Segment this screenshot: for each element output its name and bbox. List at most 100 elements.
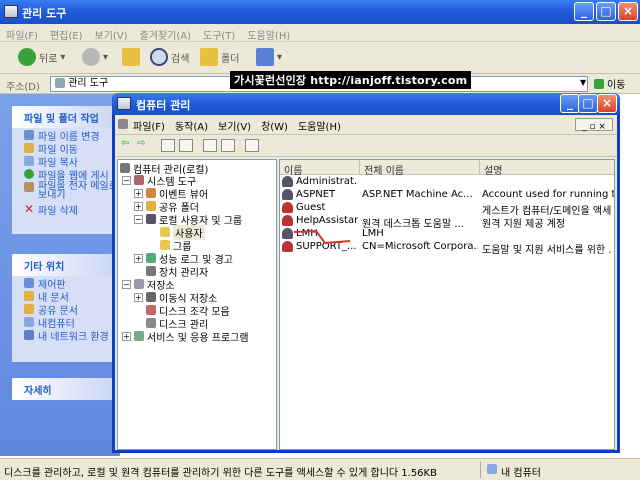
expand-toggle[interactable]: + [134, 253, 143, 263]
menu-edit[interactable]: 편집(E) [44, 24, 89, 42]
mdi-controls[interactable]: _ ▫ × [575, 118, 613, 132]
maximize-button[interactable]: □ [596, 2, 616, 21]
inner-menu-view[interactable]: 보기(V) [213, 115, 256, 133]
expand-toggle[interactable]: + [134, 188, 143, 198]
tree-node-event-viewer[interactable]: + 이벤트 뷰어 [134, 187, 208, 201]
search-button[interactable]: 검색 [150, 48, 189, 66]
tree-node-disk-management[interactable]: 디스크 관리 [146, 317, 208, 331]
web-globe-icon [24, 169, 34, 179]
search-label: 검색 [171, 53, 190, 65]
menu-view[interactable]: 보기(V) [89, 24, 134, 42]
forward-button[interactable]: ▾ [82, 48, 108, 66]
task-email[interactable]: 파일을 전자 메일로 보내기 [12, 180, 120, 202]
tree-node-storage[interactable]: − 저장소 [122, 278, 175, 292]
address-dropdown-icon[interactable]: ▼ [580, 78, 586, 87]
up-level-icon[interactable] [161, 139, 175, 152]
folders-button[interactable]: 폴더 [200, 48, 239, 66]
defrag-icon [146, 305, 156, 315]
file-tasks-header[interactable]: 파일 및 폴더 작업 [12, 106, 120, 128]
minimize-button[interactable]: _ [574, 2, 594, 21]
menu-file[interactable]: 파일(F) [0, 24, 44, 42]
task-pane: 파일 및 폴더 작업 파일 이름 변경 파일 이동 파일 복사 파일을 웹에 게… [0, 94, 120, 456]
tree-node-device-manager[interactable]: 장치 관리자 [146, 265, 208, 279]
column-header-description[interactable]: 설명 [480, 160, 614, 177]
inner-title-bar[interactable]: 컴퓨터 관리 _ □ × [112, 93, 620, 115]
list-row[interactable]: ASPNET ASP.NET Machine Ac... Account used … [280, 189, 614, 202]
place-control-panel[interactable]: 제어판 [12, 276, 120, 289]
shared-folder-icon [146, 201, 156, 211]
folders-label: 폴더 [221, 53, 240, 65]
forward-arrow-icon[interactable]: ⇨ [137, 138, 145, 149]
task-publish[interactable]: 파일을 웹에 게시 [12, 167, 120, 180]
help-icon[interactable] [245, 139, 259, 152]
go-button[interactable]: 이동 [594, 76, 625, 91]
tree-node-shared-folders[interactable]: + 공유 폴더 [134, 200, 199, 214]
folder-window-icon [4, 5, 18, 18]
details-header[interactable]: 자세히 [12, 378, 120, 400]
refresh-icon[interactable] [203, 139, 217, 152]
place-shared-documents[interactable]: 공유 문서 [12, 302, 120, 315]
watermark: 가시꽃런선인장 http://ianjoff.tistory.com [230, 71, 472, 89]
tree-node-groups[interactable]: 그룹 [160, 239, 191, 253]
place-my-documents[interactable]: 내 문서 [12, 289, 120, 302]
inner-menu-bar: 파일(F) 동작(A) 보기(V) 창(W) 도움말(H) _ ▫ × [115, 115, 617, 135]
back-button[interactable]: 뒤로 ▾ [18, 48, 65, 66]
views-button[interactable]: ▾ [256, 48, 282, 66]
back-arrow-icon[interactable]: ⇦ [121, 138, 129, 149]
copy-icon [24, 156, 34, 166]
back-label: 뒤로 [39, 53, 58, 65]
disk-icon [146, 318, 156, 328]
column-header-name[interactable]: 이름 [280, 160, 360, 177]
inner-menu-action[interactable]: 동작(A) [170, 115, 213, 133]
place-network[interactable]: 내 네트워크 환경 [12, 328, 120, 341]
expand-toggle[interactable]: + [122, 331, 131, 341]
tree-node-perf-logs[interactable]: + 성능 로그 및 경고 [134, 252, 233, 266]
tree-node-local-users[interactable]: − 로컬 사용자 및 그룹 [134, 213, 242, 227]
inner-menu-help[interactable]: 도움말(H) [293, 115, 346, 133]
list-row[interactable]: Administrat... [280, 176, 614, 189]
place-my-computer[interactable]: 내컴퓨터 [12, 315, 120, 328]
console-tree: 컴퓨터 관리(로컬) − 시스템 도구 + 이벤트 뷰어 + 공유 폴더 − 로컬 사용… [117, 159, 277, 450]
show-tree-icon[interactable] [179, 139, 193, 152]
tree-node-removable-storage[interactable]: + 이동식 저장소 [134, 291, 217, 305]
collapse-toggle[interactable]: − [122, 279, 131, 289]
inner-menu-window[interactable]: 창(W) [256, 115, 293, 133]
inner-close-button[interactable]: × [597, 94, 617, 113]
column-header-fullname[interactable]: 전체 이름 [360, 160, 480, 177]
inner-menu-file[interactable]: 파일(F) [128, 115, 170, 133]
other-places-header[interactable]: 기타 위치 [12, 254, 120, 276]
task-move[interactable]: 파일 이동 [12, 141, 120, 154]
services-icon [134, 331, 144, 341]
status-text: 디스크를 관리하고, 로컬 및 원격 컴퓨터를 관리하기 위한 다른 도구를 액… [4, 468, 437, 479]
users-list: 이름 전체 이름 설명 Administrat... ASPNET ASP.NET… [279, 159, 615, 450]
outer-toolbar: 뒤로 ▾ ▾ 검색 폴더 ▾ [0, 42, 640, 74]
expand-toggle[interactable]: + [134, 201, 143, 211]
export-list-icon[interactable] [221, 139, 235, 152]
up-button[interactable] [122, 48, 140, 66]
list-row[interactable]: Guest 게스트가 컴퓨터/도메인을 액세 [280, 202, 614, 217]
device-manager-icon [146, 266, 156, 276]
tree-node-defrag[interactable]: 디스크 조각 모음 [146, 304, 230, 318]
tree-node-users[interactable]: 사용자 [160, 224, 205, 240]
tree-node-system-tools[interactable]: − 시스템 도구 [122, 174, 196, 188]
task-rename[interactable]: 파일 이름 변경 [12, 128, 120, 141]
task-delete[interactable]: ✕ 파일 삭제 [12, 202, 120, 215]
close-button[interactable]: × [618, 2, 638, 21]
collapse-toggle[interactable]: − [122, 175, 131, 185]
menu-tools[interactable]: 도구(T) [197, 24, 241, 42]
menu-favorites[interactable]: 즐겨찾기(A) [134, 24, 197, 42]
inner-body: 파일(F) 동작(A) 보기(V) 창(W) 도움말(H) _ ▫ × ⇦ ⇨ 컴퓨터 … [115, 115, 617, 450]
inner-minimize-button[interactable]: _ [560, 94, 580, 113]
other-places-panel: 기타 위치 제어판 내 문서 공유 문서 내컴퓨터 내 네트워크 환경 [12, 254, 120, 362]
address-value: 관리 도구 [68, 78, 109, 89]
expand-toggle[interactable]: + [134, 292, 143, 302]
inner-maximize-button[interactable]: □ [578, 94, 598, 113]
inner-window-title: 컴퓨터 관리 [136, 99, 191, 112]
folder-up-icon [122, 48, 140, 66]
menu-help[interactable]: 도움말(H) [241, 24, 296, 42]
outer-title-bar[interactable]: 관리 도구 _ □ × [0, 0, 640, 24]
tree-node-services-apps[interactable]: + 서비스 및 응용 프로그램 [122, 330, 249, 344]
collapse-toggle[interactable]: − [134, 214, 143, 224]
task-copy[interactable]: 파일 복사 [12, 154, 120, 167]
computer-icon [120, 163, 130, 173]
